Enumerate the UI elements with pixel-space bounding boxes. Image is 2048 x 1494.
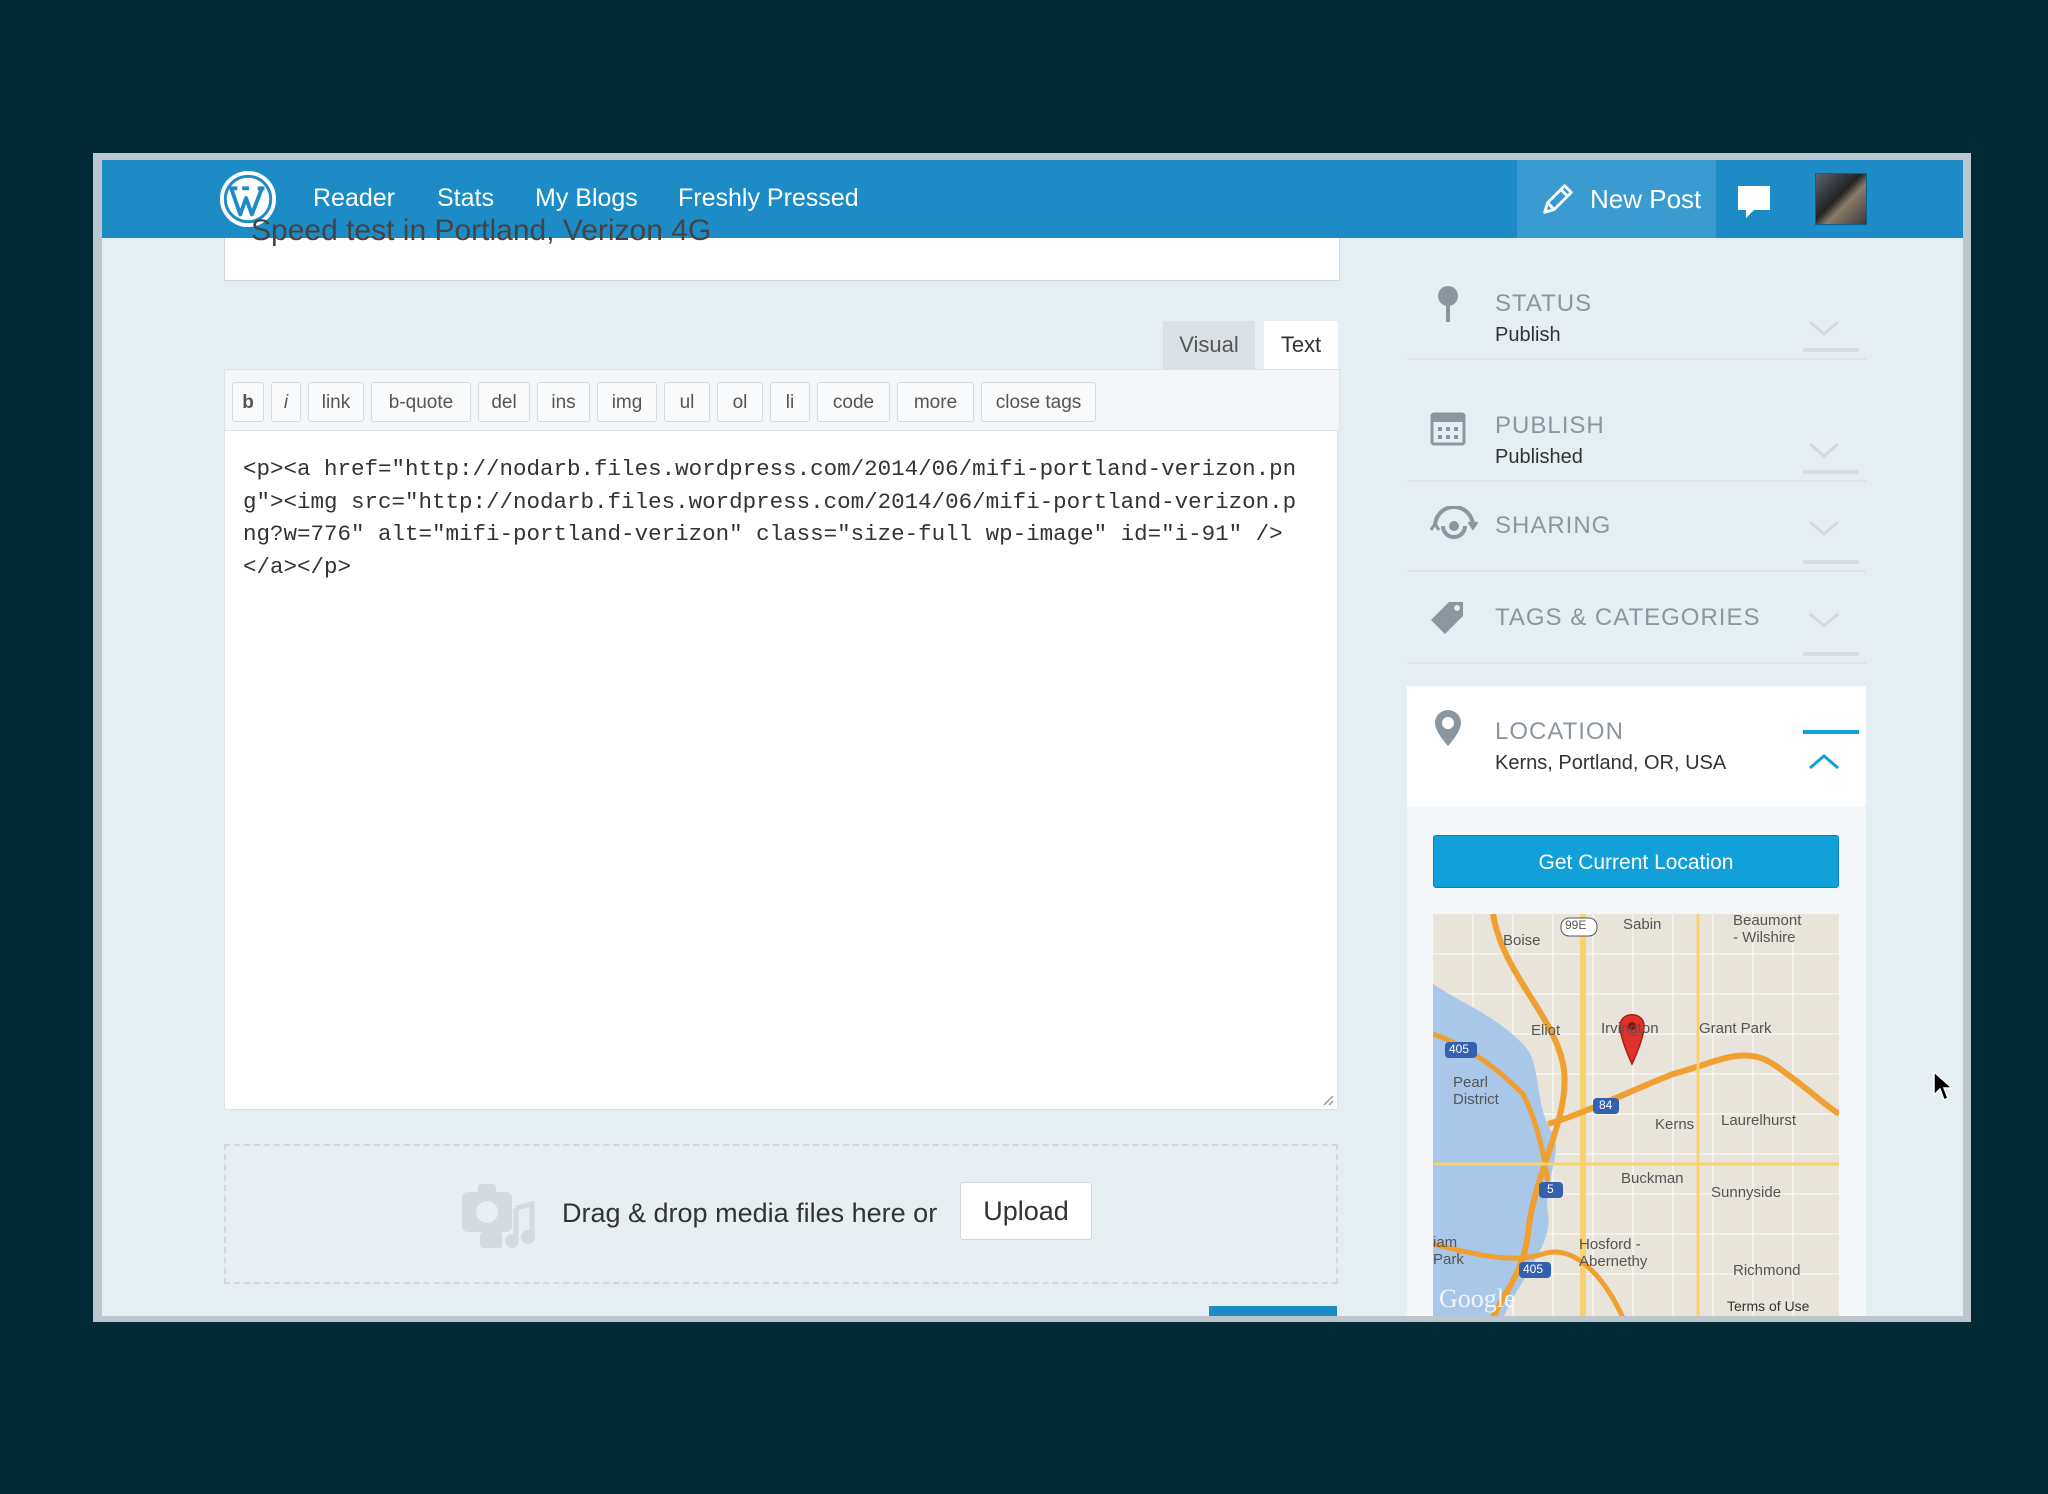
drop-text: Drag & drop media files here or <box>562 1198 938 1228</box>
html-editor-textarea[interactable]: <p><a href="http://nodarb.files.wordpres… <box>224 430 1338 1110</box>
qt-bold-button[interactable]: b <box>232 382 264 422</box>
map-label: Laurelhurst <box>1721 1112 1797 1129</box>
qt-ins-button[interactable]: ins <box>537 382 590 422</box>
notifications-icon[interactable] <box>1734 182 1774 222</box>
nav-reader[interactable]: Reader <box>313 178 395 218</box>
editor-content: <p><a href="http://nodarb.files.wordpres… <box>243 456 1297 580</box>
new-post-button[interactable]: New Post <box>1517 160 1716 238</box>
quicktags-toolbar: b i link b-quote del ins img ul ol li co… <box>224 369 1340 431</box>
map-label: Beaumont - Wilshire <box>1733 914 1802 946</box>
nav-freshly-pressed[interactable]: Freshly Pressed <box>678 178 859 218</box>
qt-link-button[interactable]: link <box>308 382 364 422</box>
tags-categories-section[interactable]: TAGS & CATEGORIES <box>1407 572 1866 664</box>
chevron-down-icon[interactable] <box>1807 610 1841 630</box>
tab-text[interactable]: Text <box>1264 321 1338 369</box>
chevron-up-icon[interactable] <box>1807 752 1841 772</box>
nav-stats[interactable]: Stats <box>437 178 494 218</box>
chevron-down-icon[interactable] <box>1807 518 1841 538</box>
qt-close-tags-button[interactable]: close tags <box>981 382 1096 422</box>
tab-visual[interactable]: Visual <box>1163 321 1255 369</box>
map-label: Richmond <box>1733 1262 1801 1279</box>
status-underline <box>1803 348 1859 352</box>
location-map[interactable]: Boise 99E Sabin Beaumont - Wilshire Elio… <box>1433 914 1839 1316</box>
calendar-icon <box>1430 412 1466 446</box>
sharing-underline <box>1803 560 1859 564</box>
qt-code-button[interactable]: code <box>817 382 890 422</box>
map-label: 405 <box>1449 1042 1470 1056</box>
map-label: Kerns <box>1655 1116 1695 1133</box>
map-label: 5 <box>1547 1182 1554 1196</box>
google-logo: Google <box>1439 1284 1516 1313</box>
qt-more-button[interactable]: more <box>897 382 974 422</box>
qt-del-button[interactable]: del <box>478 382 530 422</box>
mouse-cursor-icon <box>1933 1071 1953 1102</box>
map-label: Hosford - Abernethy <box>1579 1236 1648 1270</box>
map-label: Eliot <box>1531 1022 1561 1039</box>
upload-button[interactable]: Upload <box>960 1182 1092 1240</box>
tags-title: TAGS & CATEGORIES <box>1495 604 1761 631</box>
map-label: iam Park <box>1433 1234 1464 1268</box>
new-post-label: New Post <box>1590 184 1702 214</box>
media-dropzone[interactable]: Drag & drop media files here or Upload <box>224 1144 1338 1284</box>
map-label: 84 <box>1599 1098 1613 1112</box>
status-title: STATUS <box>1495 290 1593 317</box>
post-title-field[interactable]: Speed test in Portland, Verizon 4G <box>224 214 1340 281</box>
map-label: 405 <box>1523 1262 1544 1276</box>
post-title-text: Speed test in Portland, Verizon 4G <box>251 214 712 247</box>
location-pin-icon <box>1435 710 1461 746</box>
status-section[interactable]: STATUS Publish <box>1407 238 1866 360</box>
sharing-section[interactable]: SHARING <box>1407 482 1866 572</box>
map-label: Grant Park <box>1699 1020 1772 1037</box>
location-title: LOCATION <box>1495 718 1624 745</box>
chevron-down-icon[interactable] <box>1807 318 1841 338</box>
qt-img-button[interactable]: img <box>597 382 657 422</box>
tags-underline <box>1803 652 1859 656</box>
map-label: Irvington <box>1601 1020 1659 1037</box>
qt-ol-button[interactable]: ol <box>717 382 763 422</box>
publish-section[interactable]: PUBLISH Published <box>1407 360 1866 482</box>
map-terms-link[interactable]: Terms of Use <box>1727 1298 1809 1314</box>
map-label: 99E <box>1565 918 1587 932</box>
pushpin-icon <box>1438 286 1458 322</box>
resize-grip-icon[interactable] <box>1320 1092 1334 1106</box>
status-value: Publish <box>1495 324 1561 346</box>
map-label: Sabin <box>1623 916 1662 933</box>
map-label: Sunnyside <box>1711 1184 1782 1201</box>
nav-my-blogs[interactable]: My Blogs <box>535 178 638 218</box>
avatar[interactable] <box>1815 173 1867 225</box>
publish-underline <box>1803 470 1859 474</box>
location-active-line <box>1803 730 1859 734</box>
get-current-location-button[interactable]: Get Current Location <box>1433 835 1839 888</box>
publish-value: Published <box>1495 446 1583 468</box>
map-label: Boise <box>1503 932 1541 949</box>
publish-title: PUBLISH <box>1495 412 1605 439</box>
qt-bquote-button[interactable]: b-quote <box>371 382 471 422</box>
map-label: Buckman <box>1621 1170 1684 1187</box>
qt-ul-button[interactable]: ul <box>664 382 710 422</box>
publish-button-partial[interactable] <box>1209 1306 1337 1316</box>
sharing-title: SHARING <box>1495 512 1612 539</box>
pencil-icon <box>1543 184 1573 214</box>
location-value: Kerns, Portland, OR, USA <box>1495 752 1727 774</box>
map-label: Pearl District <box>1453 1074 1499 1108</box>
post-settings-sidebar: STATUS Publish PUBLISH Published SHARING… <box>1407 238 1866 1316</box>
tag-icon <box>1431 602 1463 634</box>
qt-italic-button[interactable]: i <box>271 382 301 422</box>
chevron-down-icon[interactable] <box>1807 440 1841 460</box>
sharing-icon <box>1429 506 1479 539</box>
location-section[interactable]: LOCATION Kerns, Portland, OR, USA <box>1407 686 1866 806</box>
wordpress-editor-screen: Reader Stats My Blogs Freshly Pressed Ne… <box>102 160 1963 1316</box>
media-icon <box>462 1184 535 1248</box>
qt-li-button[interactable]: li <box>770 382 810 422</box>
